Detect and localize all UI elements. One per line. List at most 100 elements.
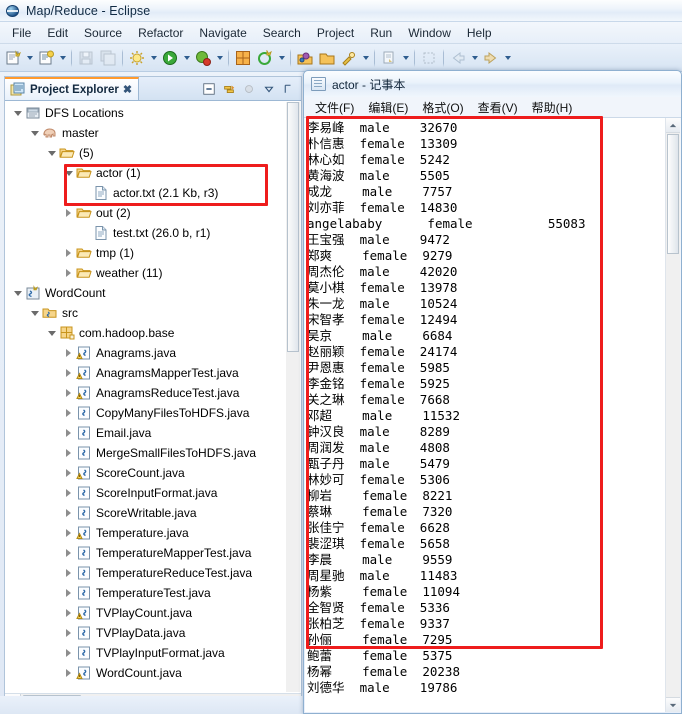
tree-item[interactable]: actor.txt (2.1 Kb, r3) (5, 183, 301, 203)
tree-item[interactable]: (5) (5, 143, 301, 163)
chevron-right-icon[interactable] (62, 607, 75, 620)
menu-search[interactable]: Search (255, 24, 309, 42)
chevron-right-icon[interactable] (62, 407, 75, 420)
scroll-down-icon[interactable] (666, 697, 680, 712)
chevron-down-icon[interactable] (45, 327, 58, 340)
focus-icon[interactable] (240, 80, 258, 98)
new-java-project-icon[interactable] (254, 47, 276, 69)
minimize-icon[interactable] (280, 80, 298, 98)
chevron-right-icon[interactable] (62, 587, 75, 600)
new-java-class-icon[interactable] (35, 47, 57, 69)
menu-project[interactable]: Project (309, 24, 362, 42)
tree-item[interactable]: Anagrams.java (5, 343, 301, 363)
tree-item[interactable]: AnagramsReduceTest.java (5, 383, 301, 403)
view-menu-icon[interactable] (260, 80, 278, 98)
tree-item[interactable]: TVPlayData.java (5, 623, 301, 643)
chevron-right-icon[interactable] (62, 627, 75, 640)
open-task-icon[interactable] (316, 47, 338, 69)
save-icon[interactable] (75, 47, 97, 69)
menu-file[interactable]: File (4, 24, 39, 42)
tree-item[interactable]: src (5, 303, 301, 323)
run-external-tools-icon[interactable] (192, 47, 214, 69)
chevron-down-icon[interactable] (214, 47, 225, 69)
chevron-down-icon[interactable] (11, 287, 24, 300)
chevron-down-icon[interactable] (62, 167, 75, 180)
new-wizard-icon[interactable] (2, 47, 24, 69)
chevron-right-icon[interactable] (62, 507, 75, 520)
chevron-right-icon[interactable] (62, 207, 75, 220)
chevron-right-icon[interactable] (62, 567, 75, 580)
chevron-down-icon[interactable] (502, 47, 513, 69)
tree-item[interactable]: ScoreCount.java (5, 463, 301, 483)
chevron-right-icon[interactable] (62, 647, 75, 660)
chevron-down-icon[interactable] (360, 47, 371, 69)
chevron-right-icon[interactable] (62, 367, 75, 380)
tree-item[interactable]: CopyManyFilesToHDFS.java (5, 403, 301, 423)
notepad-menu-2[interactable]: 编辑(E) (361, 98, 415, 117)
menu-help[interactable]: Help (459, 24, 500, 42)
tree-item[interactable]: com.hadoop.base (5, 323, 301, 343)
tree-item[interactable]: MergeSmallFilesToHDFS.java (5, 443, 301, 463)
tree-item[interactable]: Email.java (5, 423, 301, 443)
chevron-right-icon[interactable] (62, 467, 75, 480)
menu-window[interactable]: Window (400, 24, 459, 42)
chevron-right-icon[interactable] (62, 667, 75, 680)
next-annotation-icon[interactable] (378, 47, 400, 69)
chevron-right-icon[interactable] (62, 527, 75, 540)
menu-refactor[interactable]: Refactor (130, 24, 191, 42)
chevron-down-icon[interactable] (181, 47, 192, 69)
debug-icon[interactable] (126, 47, 148, 69)
save-all-icon[interactable] (97, 47, 119, 69)
tree-item[interactable]: test.txt (26.0 b, r1) (5, 223, 301, 243)
tab-project-explorer[interactable]: Project Explorer ✖ (5, 77, 140, 100)
notepad-vertical-scrollbar[interactable] (665, 118, 680, 712)
back-icon[interactable] (447, 47, 469, 69)
menu-navigate[interactable]: Navigate (191, 24, 254, 42)
notepad-menu-3[interactable]: 格式(O) (415, 98, 470, 117)
tree-item[interactable]: DFS Locations (5, 103, 301, 123)
tree-item[interactable]: WordCount (5, 283, 301, 303)
notepad-menu-5[interactable]: 帮助(H) (525, 98, 580, 117)
notepad-menu-4[interactable]: 查看(V) (471, 98, 525, 117)
tree-item[interactable]: WordCount.java (5, 663, 301, 683)
run-icon[interactable] (159, 47, 181, 69)
close-icon[interactable]: ✖ (123, 83, 132, 96)
chevron-right-icon[interactable] (62, 267, 75, 280)
chevron-right-icon[interactable] (62, 487, 75, 500)
chevron-down-icon[interactable] (45, 147, 58, 160)
tree-vscroll-thumb[interactable] (287, 102, 299, 352)
tree-item[interactable]: TVPlayInputFormat.java (5, 643, 301, 663)
link-with-editor-icon[interactable] (220, 80, 238, 98)
menu-run[interactable]: Run (362, 24, 400, 42)
menu-source[interactable]: Source (76, 24, 130, 42)
tree-item[interactable]: tmp (1) (5, 243, 301, 263)
tree-item[interactable]: out (2) (5, 203, 301, 223)
chevron-right-icon[interactable] (62, 347, 75, 360)
search-icon[interactable] (338, 47, 360, 69)
notepad-text-area[interactable]: 李易峰 male 32670 朴信惠 female 13309 林心如 female… (305, 118, 665, 712)
tree-item[interactable]: AnagramsMapperTest.java (5, 363, 301, 383)
chevron-down-icon[interactable] (11, 107, 24, 120)
chevron-right-icon[interactable] (62, 447, 75, 460)
chevron-down-icon[interactable] (276, 47, 287, 69)
tree-item[interactable]: TemperatureTest.java (5, 583, 301, 603)
chevron-right-icon[interactable] (62, 427, 75, 440)
chevron-down-icon[interactable] (28, 307, 41, 320)
chevron-down-icon[interactable] (148, 47, 159, 69)
notepad-menu-1[interactable]: 文件(F) (308, 98, 361, 117)
tree-item[interactable]: ScoreInputFormat.java (5, 483, 301, 503)
new-package-icon[interactable] (232, 47, 254, 69)
chevron-down-icon[interactable] (400, 47, 411, 69)
collapse-all-icon[interactable] (200, 80, 218, 98)
forward-icon[interactable] (480, 47, 502, 69)
chevron-right-icon[interactable] (62, 547, 75, 560)
chevron-down-icon[interactable] (24, 47, 35, 69)
chevron-right-icon[interactable] (62, 247, 75, 260)
tree-vertical-scrollbar[interactable] (286, 102, 300, 692)
tree-item[interactable]: weather (11) (5, 263, 301, 283)
tree-item[interactable]: TemperatureReduceTest.java (5, 563, 301, 583)
tree-item[interactable]: actor (1) (5, 163, 301, 183)
chevron-right-icon[interactable] (62, 387, 75, 400)
menu-edit[interactable]: Edit (39, 24, 76, 42)
notepad-vscroll-thumb[interactable] (667, 134, 679, 254)
